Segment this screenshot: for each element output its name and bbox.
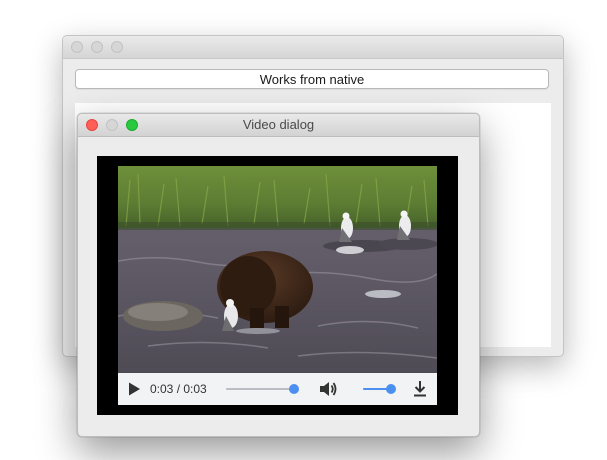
- volume-thumb[interactable]: [386, 384, 396, 394]
- desktop: Works from native Video dialog 0:03 / 0:…: [0, 0, 607, 460]
- main-window-close-button[interactable]: [71, 41, 83, 53]
- seek-thumb[interactable]: [289, 384, 299, 394]
- video-scene-image: [118, 166, 437, 373]
- download-button[interactable]: [412, 380, 428, 398]
- seek-progress: [226, 388, 294, 390]
- seek-slider[interactable]: [226, 384, 299, 394]
- play-icon: [129, 382, 140, 396]
- media-controls: 0:03 / 0:03: [118, 373, 437, 405]
- video-frame[interactable]: [118, 166, 437, 373]
- play-button[interactable]: [126, 381, 142, 397]
- mute-button[interactable]: [318, 380, 338, 398]
- works-from-native-button[interactable]: Works from native: [75, 69, 549, 89]
- volume-slider[interactable]: [363, 384, 396, 394]
- main-window-titlebar[interactable]: [63, 36, 563, 59]
- video-dialog-titlebar[interactable]: Video dialog: [78, 114, 479, 137]
- volume-icon: [320, 382, 337, 396]
- time-display: 0:03 / 0:03: [150, 382, 207, 396]
- video-player: 0:03 / 0:03: [97, 156, 458, 415]
- main-window-zoom-button[interactable]: [111, 41, 123, 53]
- dialog-title: Video dialog: [242, 117, 315, 132]
- download-icon: [414, 381, 426, 397]
- video-dialog-window: Video dialog 0:03 / 0:03: [77, 113, 480, 437]
- main-window-minimize-button[interactable]: [91, 41, 103, 53]
